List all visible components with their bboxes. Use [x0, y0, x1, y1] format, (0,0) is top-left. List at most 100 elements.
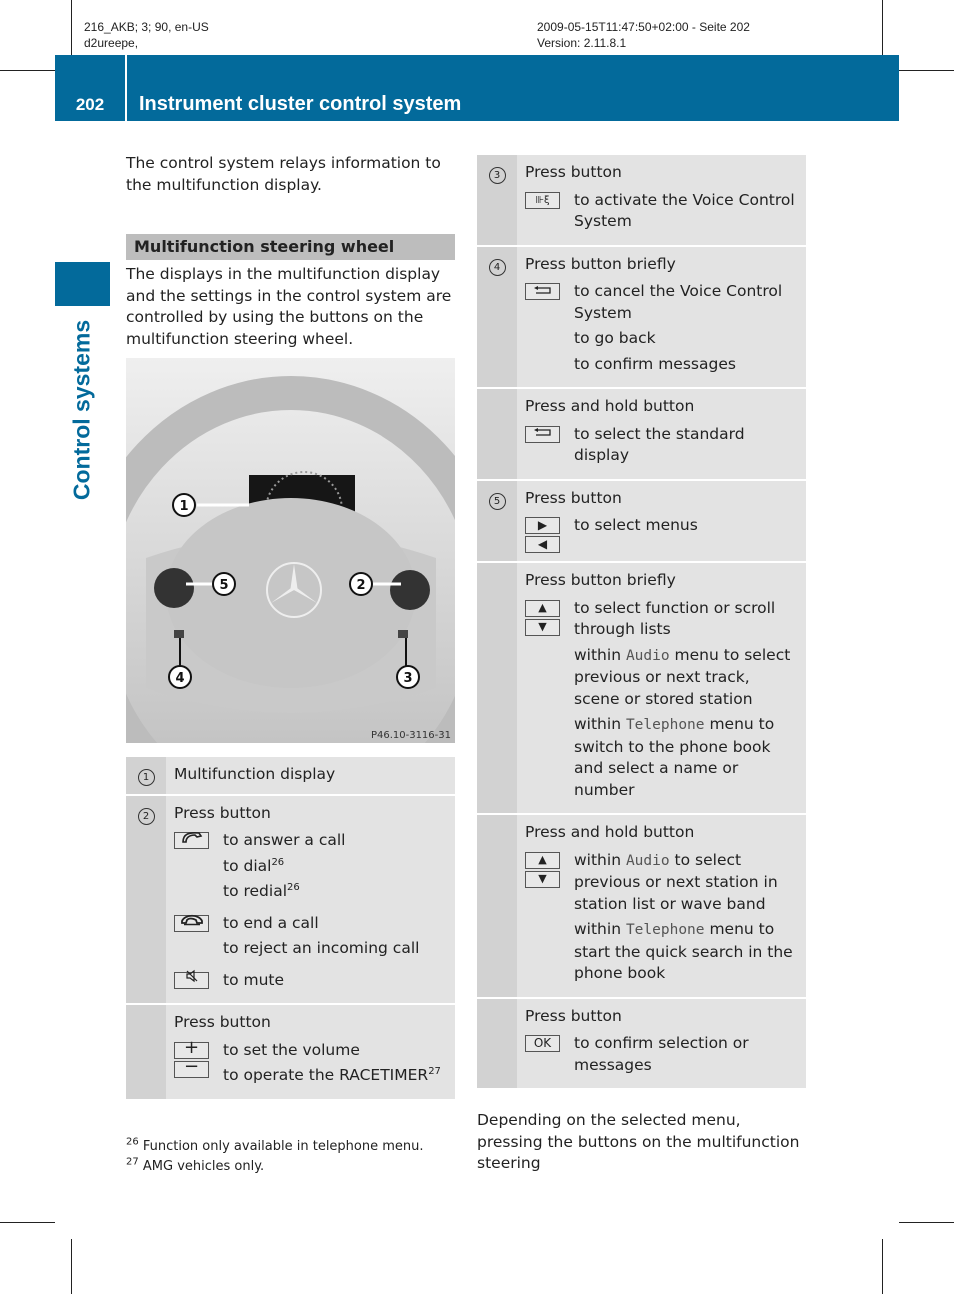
- key-group: ▶ ◀: [525, 515, 574, 553]
- legend-lead-text: Press button: [525, 488, 622, 507]
- mute-icon: [185, 969, 199, 991]
- page-header: 202 Instrument cluster control system: [55, 55, 899, 121]
- down-arrow-icon: ▼: [538, 620, 547, 634]
- steering-wheel-illustration: 1 5 2 4 3 P46.10-3116-31: [126, 358, 455, 743]
- legend-body-cell: Press button + − to set the volume to operat…: [166, 1003, 455, 1099]
- meta-line: 2009-05-15T11:47:50+02:00 - Seite 202: [537, 20, 750, 34]
- key-group: + −: [174, 1039, 223, 1091]
- legend-item-text: to end a call: [223, 913, 419, 935]
- legend-item-text: to answer a call: [223, 830, 345, 852]
- key-box: ▼: [525, 870, 560, 888]
- footnote-ref: 26: [287, 881, 300, 893]
- steering-wheel-figure: 1 5 2 4 3 P46.10-3116-31: [126, 358, 455, 743]
- legend-item-text: to dial26: [223, 856, 345, 878]
- back-icon: [533, 423, 553, 445]
- legend-item-text: to select the standard display: [574, 424, 800, 467]
- crop-mark: [899, 70, 954, 71]
- voice-control-icon: ⊪ξ: [535, 194, 550, 206]
- legend-lead-text: Press and hold button: [525, 823, 695, 841]
- callout-label: 4: [175, 671, 184, 686]
- left-column: The control system relays information to…: [126, 153, 455, 1099]
- legend-description: to cancel the Voice Control System to go …: [574, 281, 800, 379]
- legend-line: to cancel the Voice Control System to go …: [525, 281, 800, 379]
- section-paragraph: The displays in the multifunction displa…: [126, 265, 452, 348]
- legend-body-cell: Press button to answer a call to dial26 to …: [166, 793, 455, 1004]
- key-box: ⊪ξ: [525, 191, 560, 209]
- legend-body-cell: Press button OK to confirm selection or me…: [517, 996, 806, 1088]
- legend-body-cell: Press and hold button to select the stand…: [517, 387, 806, 480]
- legend-item-text: to reject an incoming call: [223, 938, 419, 960]
- legend-item-label: to cancel the Voice Control System: [574, 282, 783, 322]
- legend-item-text: to select function or scroll through lis…: [574, 598, 800, 641]
- side-tab-marker: [55, 262, 110, 306]
- crop-mark: [0, 1222, 55, 1223]
- side-tab-label: Control systems: [62, 315, 102, 505]
- legend-item-label: to go back: [574, 329, 656, 347]
- meta-line: d2ureepe,: [84, 36, 139, 50]
- key-group: ▲ ▼: [525, 598, 574, 806]
- key-box: ▶: [525, 517, 560, 534]
- left-control-pad: [154, 568, 194, 608]
- legend-line: ▲ ▼ to select function or scroll through l…: [525, 598, 800, 806]
- legend-item-label: to redial: [223, 882, 288, 900]
- legend-lead-text: Press button: [174, 1013, 271, 1031]
- legend-item-label: to confirm selection or messages: [574, 1034, 749, 1074]
- legend-row: 2 Press button to answer a call to dial26 to…: [126, 793, 455, 1004]
- footnotes: 26 Function only available in telephone …: [126, 1137, 424, 1177]
- footnote: 26 Function only available in telephone …: [126, 1137, 424, 1157]
- callout-number: 5: [488, 492, 506, 510]
- legend-item-text: to confirm selection or messages: [574, 1033, 800, 1076]
- legend-line: to mute: [174, 970, 449, 996]
- legend-body-cell: Multifunction display: [166, 755, 455, 795]
- legend-description: to mute: [223, 970, 284, 996]
- text: within: [574, 645, 626, 664]
- side-tab-text: Control systems: [68, 319, 95, 501]
- legend-item-text: within Telephone menu to switch to the p…: [574, 714, 800, 801]
- left-legend-table: 1 Multifunction display 2 Press button to an…: [126, 755, 455, 1099]
- key-box: [174, 831, 209, 849]
- phone-end-icon: [179, 912, 205, 934]
- legend-description: to confirm selection or messages: [574, 1033, 800, 1080]
- legend-row: Press button + − to set the volume to operat…: [126, 1003, 455, 1099]
- key-box: ▲: [525, 851, 560, 869]
- meta-line: 216_AKB; 3; 90, en-US: [84, 20, 209, 34]
- callout-label: 5: [219, 578, 228, 593]
- legend-body-cell: Press and hold button ▲ ▼ within Audio to s…: [517, 813, 806, 998]
- legend-item-label: to end a call: [223, 913, 319, 932]
- legend-item-text: to cancel the Voice Control System: [574, 281, 800, 324]
- legend-item-label: to mute: [223, 970, 285, 989]
- key-group: ⊪ξ: [525, 190, 574, 237]
- left-arrow-icon: ◀: [537, 536, 548, 551]
- legend-description: to activate the Voice Control System: [574, 190, 800, 237]
- legend-item-text: to go back: [574, 328, 800, 350]
- legend-row: Press button briefly ▲ ▼ to select function…: [477, 561, 806, 814]
- legend-item-text: to confirm messages: [574, 354, 800, 376]
- legend-lead-text: Multifunction display: [174, 765, 336, 783]
- header-divider: [125, 55, 127, 121]
- legend-row: 5 Press button ▶ ◀ to select menus: [477, 478, 806, 562]
- legend-body-cell: Press button ⊪ξ to activate the Voice Cont…: [517, 153, 806, 246]
- legend-item-text: to redial26: [223, 881, 345, 903]
- legend-row: 1 Multifunction display: [126, 755, 455, 795]
- callout-number: 4: [488, 258, 506, 276]
- legend-body-cell: Press button briefly ▲ ▼ to select function…: [517, 561, 806, 814]
- legend-item-text: within Telephone menu to start the quick…: [574, 919, 800, 985]
- callout-number: 1: [137, 769, 155, 786]
- legend-lead-text: Press button: [525, 1006, 622, 1025]
- legend-lead-text: Press and hold button: [525, 397, 695, 415]
- crop-mark: [0, 70, 55, 71]
- footnote-text: Function only available in telephone men…: [142, 1139, 424, 1154]
- legend-number-cell: 1: [126, 755, 166, 795]
- page-number: 202: [75, 95, 105, 114]
- text: within: [574, 715, 626, 733]
- text: within: [574, 920, 626, 938]
- key-group: [174, 913, 223, 964]
- legend-number-cell: 4: [477, 244, 517, 388]
- legend-item-text: to select menus: [574, 515, 698, 537]
- legend-item-text: to activate the Voice Control System: [574, 190, 800, 233]
- key-group: [525, 281, 574, 379]
- footnote-ref: 27: [428, 1065, 441, 1077]
- legend-number-cell: 5: [477, 478, 517, 562]
- legend-item-text: to set the volume: [223, 1040, 441, 1062]
- crop-mark: [71, 1239, 72, 1294]
